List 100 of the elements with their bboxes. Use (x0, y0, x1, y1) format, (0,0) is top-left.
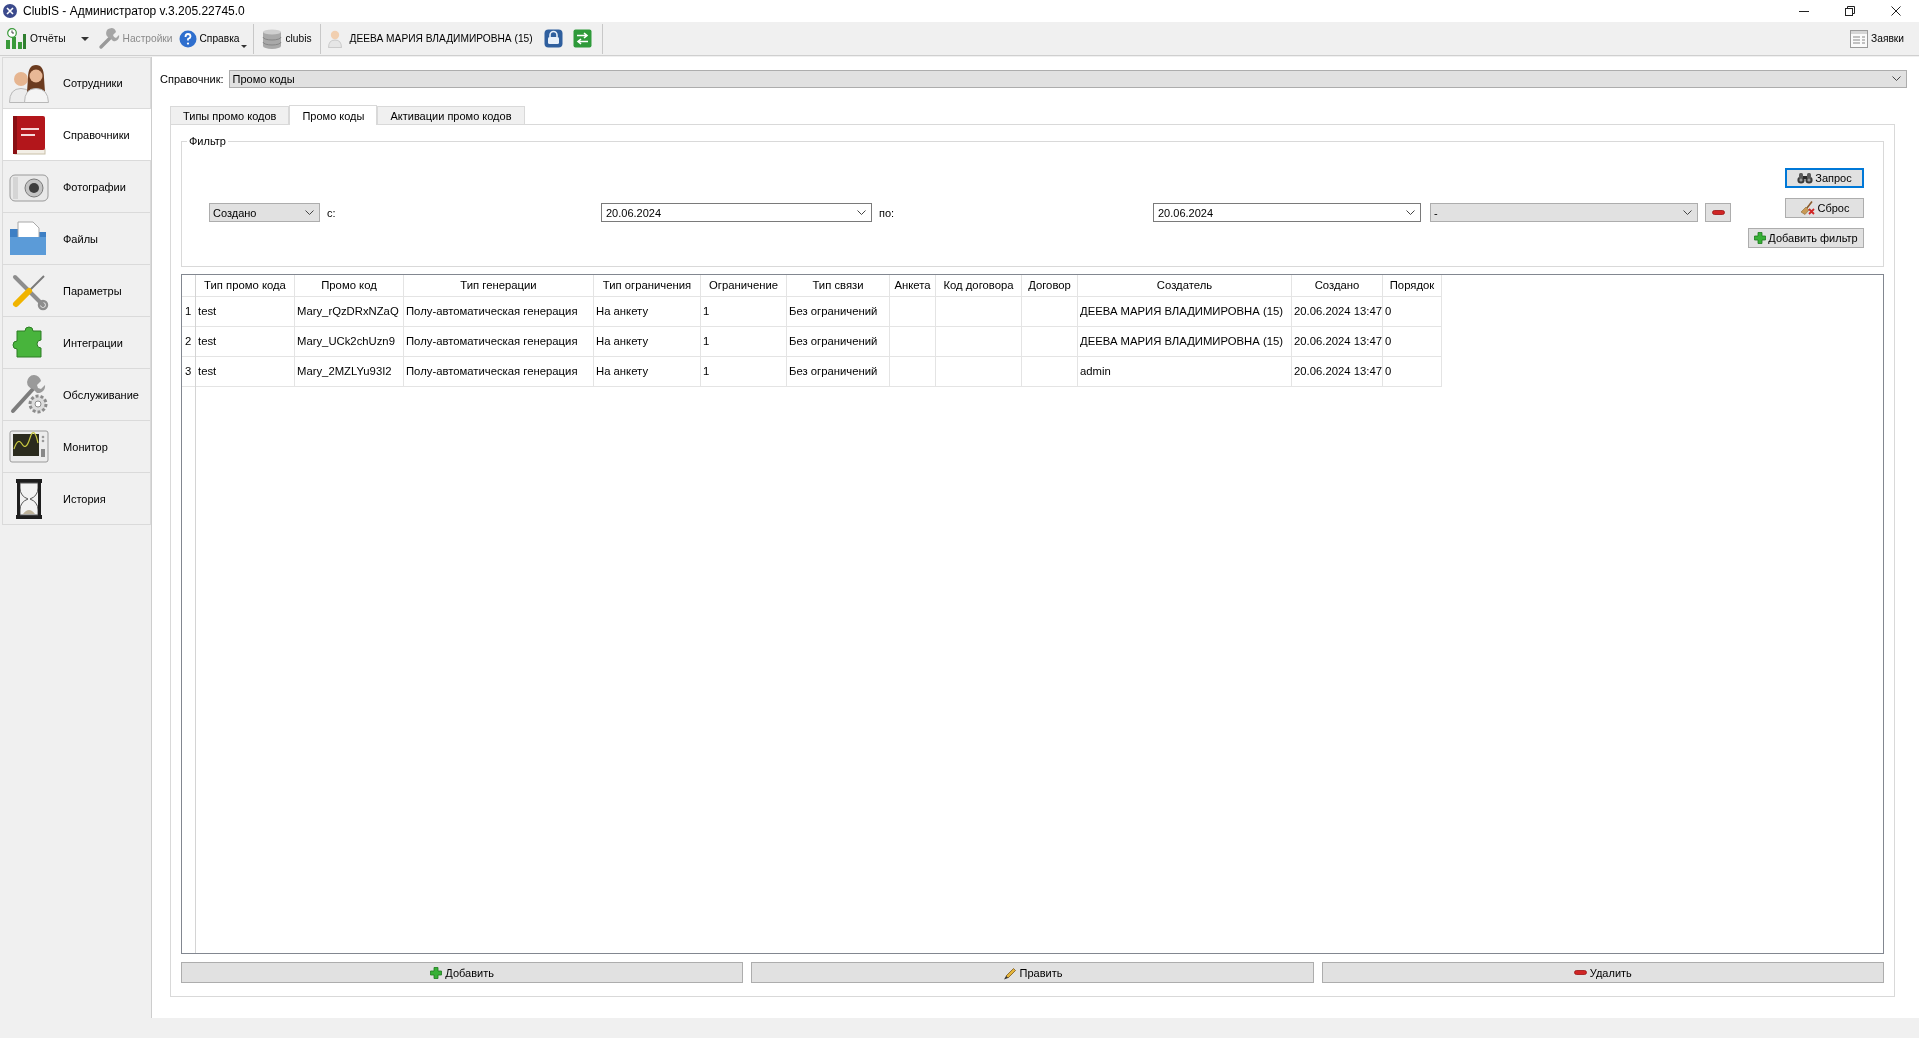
sidebar-item[interactable]: Интеграции (2, 317, 151, 369)
toolbar-button[interactable]: Справка (175, 24, 249, 53)
tab[interactable]: Активации промо кодов (377, 106, 525, 124)
column-header[interactable]: Анкета (890, 275, 936, 297)
table-cell: 20.06.2024 13:47 (1292, 327, 1383, 357)
column-header[interactable]: Ограничение (701, 275, 787, 297)
table-cell: admin (1078, 357, 1292, 387)
directory-label: Справочник: (160, 72, 224, 85)
toolbar-button[interactable]: Отчёты (2, 24, 69, 53)
table-cell: 1 (701, 297, 787, 327)
column-header[interactable]: Создатель (1078, 275, 1292, 297)
table-cell: ДЕЕВА МАРИЯ ВЛАДИМИРОВНА (15) (1078, 327, 1292, 357)
column-header[interactable]: Промо код (295, 275, 404, 297)
tab[interactable]: Промо коды (289, 105, 378, 125)
minimize-icon (1799, 10, 1809, 12)
date-field[interactable]: 20.06.2024 (1153, 203, 1421, 222)
condition-dropdown[interactable]: - (1430, 203, 1698, 222)
sidebar-item[interactable]: Обслуживание (2, 369, 151, 421)
table-cell: На анкету (594, 357, 701, 387)
table-cell: test (196, 297, 295, 327)
person-icon (327, 29, 342, 48)
column-header[interactable]: Создано (1292, 275, 1383, 297)
table-cell: На анкету (594, 297, 701, 327)
table-cell: На анкету (594, 327, 701, 357)
database-icon (262, 28, 283, 49)
row-number: 2 (182, 327, 195, 357)
edit-button[interactable]: Править (751, 962, 1314, 983)
wrench-icon (97, 27, 120, 50)
sidebar-item[interactable]: Монитор (2, 421, 151, 473)
plus-icon (430, 966, 443, 979)
window-title: ClubIS - Администратор v.3.205.22745.0 (23, 4, 245, 18)
bar-chart-icon (5, 27, 27, 50)
lock-icon[interactable] (543, 29, 563, 48)
sidebar-item[interactable]: Сотрудники (2, 57, 151, 109)
chevron-down-icon (305, 210, 314, 215)
table-cell: Полу-автоматическая генерация (404, 327, 594, 357)
table-cell: Без ограничений (787, 357, 890, 387)
column-header[interactable]: Тип ограничения (594, 275, 701, 297)
caret-icon (80, 36, 89, 41)
minus-icon (1573, 970, 1587, 975)
plus-icon (1754, 232, 1767, 244)
sidebar-item[interactable]: История (2, 473, 151, 525)
date-field[interactable]: 20.06.2024 (601, 203, 872, 222)
table-cell: Без ограничений (787, 297, 890, 327)
table-cell: 0 (1383, 327, 1442, 357)
table-cell: ДЕЕВА МАРИЯ ВЛАДИМИРОВНА (15) (1078, 297, 1292, 327)
pencil-icon (1002, 965, 1017, 980)
restore-icon (1845, 6, 1855, 16)
wrench-gear-icon (9, 374, 49, 415)
user-name: ДЕЕВА МАРИЯ ВЛАДИМИРОВНА (15) (349, 33, 533, 44)
table-cell: Полу-автоматическая генерация (404, 357, 594, 387)
table-cell: test (196, 327, 295, 357)
table-cell: 20.06.2024 13:47 (1292, 297, 1383, 327)
table-cell: Полу-автоматическая генерация (404, 297, 594, 327)
remove-filter-button[interactable] (1705, 203, 1731, 222)
chevron-down-icon (1892, 76, 1901, 81)
query-button[interactable]: Запрос (1785, 168, 1864, 188)
delete-button[interactable]: Удалить (1321, 962, 1884, 983)
field-dropdown[interactable]: Создано (209, 203, 320, 222)
table-cell: 1 (701, 357, 787, 387)
table-cell: Mary_2MZLYu93I2 (295, 357, 404, 387)
swap-arrows-icon[interactable] (572, 29, 592, 48)
to-label: по: (879, 206, 895, 219)
chevron-down-icon (857, 210, 866, 215)
column-header[interactable]: Код договора (936, 275, 1022, 297)
reset-button[interactable]: Сброс (1785, 198, 1864, 218)
binoculars-icon (1797, 172, 1814, 184)
tab[interactable]: Типы промо кодов (170, 106, 290, 124)
caret-icon (241, 44, 248, 48)
chevron-down-icon (1406, 210, 1415, 215)
from-label: с: (327, 206, 336, 219)
add-filter-button[interactable]: Добавить фильтр (1748, 228, 1864, 248)
sidebar-item[interactable]: Справочники (2, 109, 152, 161)
column-header[interactable]: Порядок (1383, 275, 1442, 297)
people-icon (9, 63, 49, 103)
help-icon (178, 29, 197, 48)
column-header[interactable]: Тип генерации (404, 275, 594, 297)
table-cell: Без ограничений (787, 327, 890, 357)
app-logo-icon (3, 4, 17, 18)
column-header[interactable]: Тип связи (787, 275, 890, 297)
close-icon (1891, 6, 1901, 16)
directory-dropdown[interactable]: Промо коды (228, 69, 1907, 88)
table-cell: 0 (1383, 297, 1442, 327)
table-cell: 1 (701, 327, 787, 357)
column-header[interactable]: Договор (1022, 275, 1078, 297)
table-cell: 0 (1383, 357, 1442, 387)
row-number: 3 (182, 357, 195, 387)
chevron-down-icon (1683, 210, 1692, 215)
add-button[interactable]: Добавить (181, 962, 744, 983)
sidebar-item[interactable]: Фотографии (2, 161, 151, 213)
table-cell: Mary_UCk2chUzn9 (295, 327, 404, 357)
row-number: 1 (182, 297, 195, 327)
sidebar-item[interactable]: Параметры (2, 265, 151, 317)
sidebar-item[interactable]: Файлы (2, 213, 151, 265)
group-title: Фильтр (187, 135, 228, 148)
broom-icon (1799, 201, 1816, 215)
table-cell: test (196, 357, 295, 387)
toolbar-button[interactable]: clubis (259, 24, 315, 53)
column-header[interactable]: Тип промо кода (196, 275, 295, 297)
toolbar-button[interactable]: Заявки (1847, 24, 1907, 53)
